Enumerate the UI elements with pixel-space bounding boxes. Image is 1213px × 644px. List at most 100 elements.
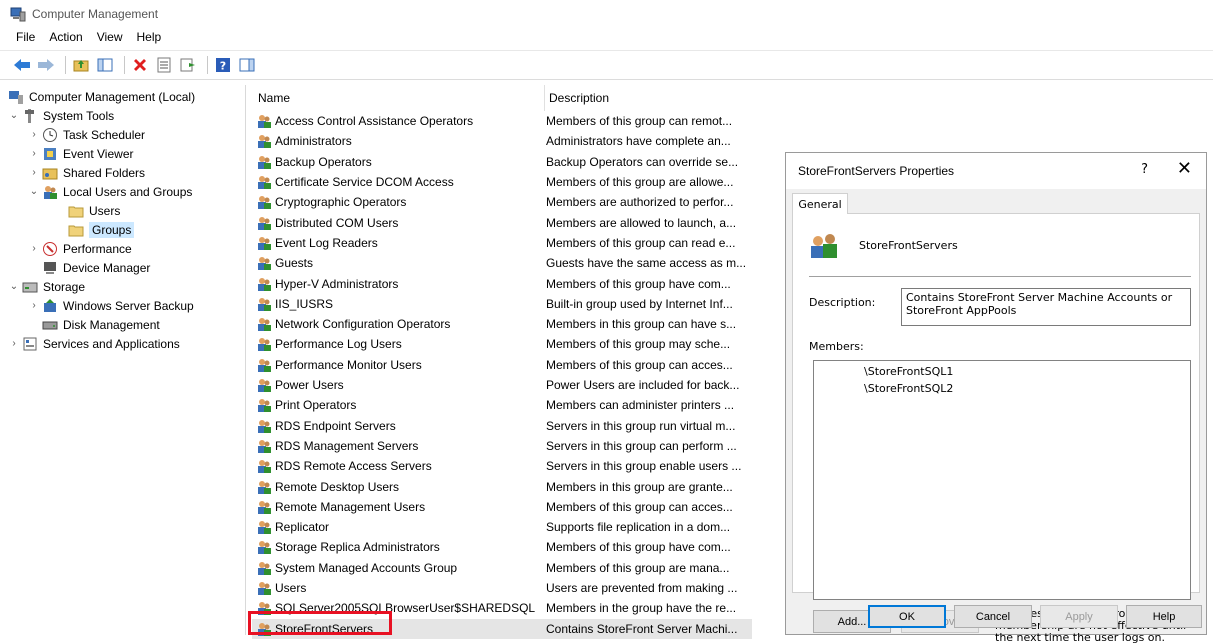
tree-item-windows-server-backup[interactable]: › Windows Server Backup xyxy=(28,296,194,315)
table-row[interactable]: Guests Guests have the same access as m..… xyxy=(252,253,752,273)
table-row[interactable]: Administrators Administrators have comple… xyxy=(252,131,752,151)
table-row[interactable]: IIS_IUSRS Built-in group used by Internet… xyxy=(252,294,752,314)
group-description-cell: Members of this group may sche... xyxy=(546,337,731,352)
help-button[interactable]: Help xyxy=(1126,605,1202,628)
column-header-name[interactable]: Name xyxy=(258,85,538,111)
up-folder-button[interactable] xyxy=(71,55,91,75)
table-row[interactable]: RDS Endpoint Servers Servers in this grou… xyxy=(252,416,752,436)
export-list-button[interactable] xyxy=(178,55,198,75)
tab-general[interactable]: General xyxy=(792,193,848,214)
group-name-cell: Remote Management Users xyxy=(275,499,426,514)
folder-icon xyxy=(68,206,84,217)
close-button[interactable]: ✕ xyxy=(1177,158,1192,179)
table-row[interactable]: Performance Monitor Users Members of this… xyxy=(252,355,752,375)
tree-item-disk-management[interactable]: Disk Management xyxy=(42,315,160,334)
tree-item-task-scheduler[interactable]: › Task Scheduler xyxy=(28,125,145,144)
tree-item-system-tools[interactable]: ⌄ System Tools xyxy=(8,106,114,125)
chevron-down-icon[interactable]: ⌄ xyxy=(28,186,40,197)
table-row[interactable]: Certificate Service DCOM Access Members o… xyxy=(252,172,752,192)
group-icon xyxy=(258,358,271,372)
table-row[interactable]: Performance Log Users Members of this gro… xyxy=(252,334,752,354)
table-row[interactable]: Remote Management Users Members of this g… xyxy=(252,497,752,517)
help-question-button[interactable]: ? xyxy=(1141,162,1148,177)
menu-file[interactable]: File xyxy=(16,30,35,48)
table-row[interactable]: Backup Operators Backup Operators can ove… xyxy=(252,152,752,172)
help-button[interactable]: ? xyxy=(213,55,233,75)
ok-button[interactable]: OK xyxy=(868,605,946,628)
chevron-right-icon[interactable]: › xyxy=(8,338,20,349)
menu-action[interactable]: Action xyxy=(49,30,82,48)
show-action-pane-button[interactable] xyxy=(237,55,257,75)
tree-item-local-users-and-groups[interactable]: ⌄ Local Users and Groups xyxy=(28,182,192,201)
tree-item-event-viewer[interactable]: › Event Viewer xyxy=(28,144,133,163)
table-row[interactable]: Distributed COM Users Members are allowed… xyxy=(252,213,752,233)
group-name-cell: Replicator xyxy=(275,520,330,535)
show-hide-tree-button[interactable] xyxy=(95,55,115,75)
table-row[interactable]: StoreFrontServers Contains StoreFront Ser… xyxy=(252,618,752,639)
table-row[interactable]: Users Users are prevented from making ... xyxy=(252,578,752,598)
description-field[interactable]: Contains StoreFront Server Machine Accou… xyxy=(901,288,1191,326)
table-row[interactable]: Event Log Readers Members of this group c… xyxy=(252,233,752,253)
forward-arrow-icon xyxy=(38,59,54,71)
table-row[interactable]: Cryptographic Operators Members are autho… xyxy=(252,192,752,212)
members-list[interactable]: \StoreFrontSQL1 \StoreFrontSQL2 xyxy=(813,360,1191,600)
properties-dialog: StoreFrontServers Properties ? ✕ General… xyxy=(785,152,1207,644)
chevron-right-icon[interactable]: › xyxy=(28,167,40,178)
tree-item-computer-management[interactable]: Computer Management (Local) xyxy=(8,87,195,106)
chevron-right-icon[interactable]: › xyxy=(28,300,40,311)
menu-help[interactable]: Help xyxy=(137,30,162,48)
members-label: Members: xyxy=(809,340,864,353)
delete-button[interactable] xyxy=(130,55,150,75)
group-icon xyxy=(258,480,271,494)
console-tree-icon xyxy=(97,58,113,72)
tree-item-services-and-applications[interactable]: › Services and Applications xyxy=(8,334,179,353)
tree-item-groups[interactable]: Groups xyxy=(68,220,135,239)
chevron-down-icon[interactable]: ⌄ xyxy=(8,110,20,121)
groups-list: Name Description Access Control Assistan… xyxy=(252,85,754,639)
tree-item-device-manager[interactable]: Device Manager xyxy=(42,258,150,277)
table-row[interactable]: Network Configuration Operators Members i… xyxy=(252,314,752,334)
group-description-cell: Members of this group have com... xyxy=(546,276,731,291)
member-item[interactable]: \StoreFrontSQL1 xyxy=(864,365,953,378)
table-row[interactable]: Access Control Assistance Operators Membe… xyxy=(252,111,752,131)
chevron-right-icon[interactable]: › xyxy=(28,129,40,140)
table-row[interactable]: RDS Management Servers Servers in this gr… xyxy=(252,436,752,456)
back-button[interactable] xyxy=(12,55,32,75)
cancel-button[interactable]: Cancel xyxy=(954,605,1032,628)
chevron-down-icon[interactable]: ⌄ xyxy=(8,281,20,292)
tree-label: Performance xyxy=(63,241,132,256)
table-row[interactable]: Remote Desktop Users Members in this grou… xyxy=(252,476,752,496)
group-name-cell: SQLServer2005SQLBrowserUser$SHAREDSQL xyxy=(275,601,536,616)
column-header-description[interactable]: Description xyxy=(544,85,754,111)
table-row[interactable]: SQLServer2005SQLBrowserUser$SHAREDSQL Mem… xyxy=(252,598,752,618)
chevron-right-icon[interactable]: › xyxy=(28,243,40,254)
tree-label: Groups xyxy=(89,221,135,238)
table-row[interactable]: Hyper-V Administrators Members of this gr… xyxy=(252,273,752,293)
performance-icon xyxy=(43,241,57,256)
group-description-cell: Members in this group are grante... xyxy=(546,479,733,494)
apply-button[interactable]: Apply xyxy=(1040,605,1118,628)
table-row[interactable]: Storage Replica Administrators Members of… xyxy=(252,537,752,557)
member-item[interactable]: \StoreFrontSQL2 xyxy=(864,382,953,395)
tools-icon xyxy=(25,108,34,123)
table-row[interactable]: System Managed Accounts Group Members of … xyxy=(252,558,752,578)
tree-item-performance[interactable]: › Performance xyxy=(28,239,132,258)
group-name-cell: Power Users xyxy=(275,378,344,393)
group-name-cell: Administrators xyxy=(275,134,352,149)
tree-item-storage[interactable]: ⌄ Storage xyxy=(8,277,85,296)
tree-item-shared-folders[interactable]: › Shared Folders xyxy=(28,163,145,182)
menu-view[interactable]: View xyxy=(97,30,123,48)
help-icon: ? xyxy=(216,58,230,73)
table-row[interactable]: Replicator Supports file replication in a… xyxy=(252,517,752,537)
group-name-cell: Performance Log Users xyxy=(275,337,402,352)
table-row[interactable]: Power Users Power Users are included for … xyxy=(252,375,752,395)
forward-button[interactable] xyxy=(36,55,56,75)
group-icon xyxy=(258,399,271,413)
properties-button[interactable] xyxy=(154,55,174,75)
tree-item-users[interactable]: Users xyxy=(68,201,120,220)
table-row[interactable]: RDS Remote Access Servers Servers in this… xyxy=(252,456,752,476)
chevron-right-icon[interactable]: › xyxy=(28,148,40,159)
group-icon xyxy=(811,234,837,258)
group-icon xyxy=(258,236,271,250)
table-row[interactable]: Print Operators Members can administer pr… xyxy=(252,395,752,415)
